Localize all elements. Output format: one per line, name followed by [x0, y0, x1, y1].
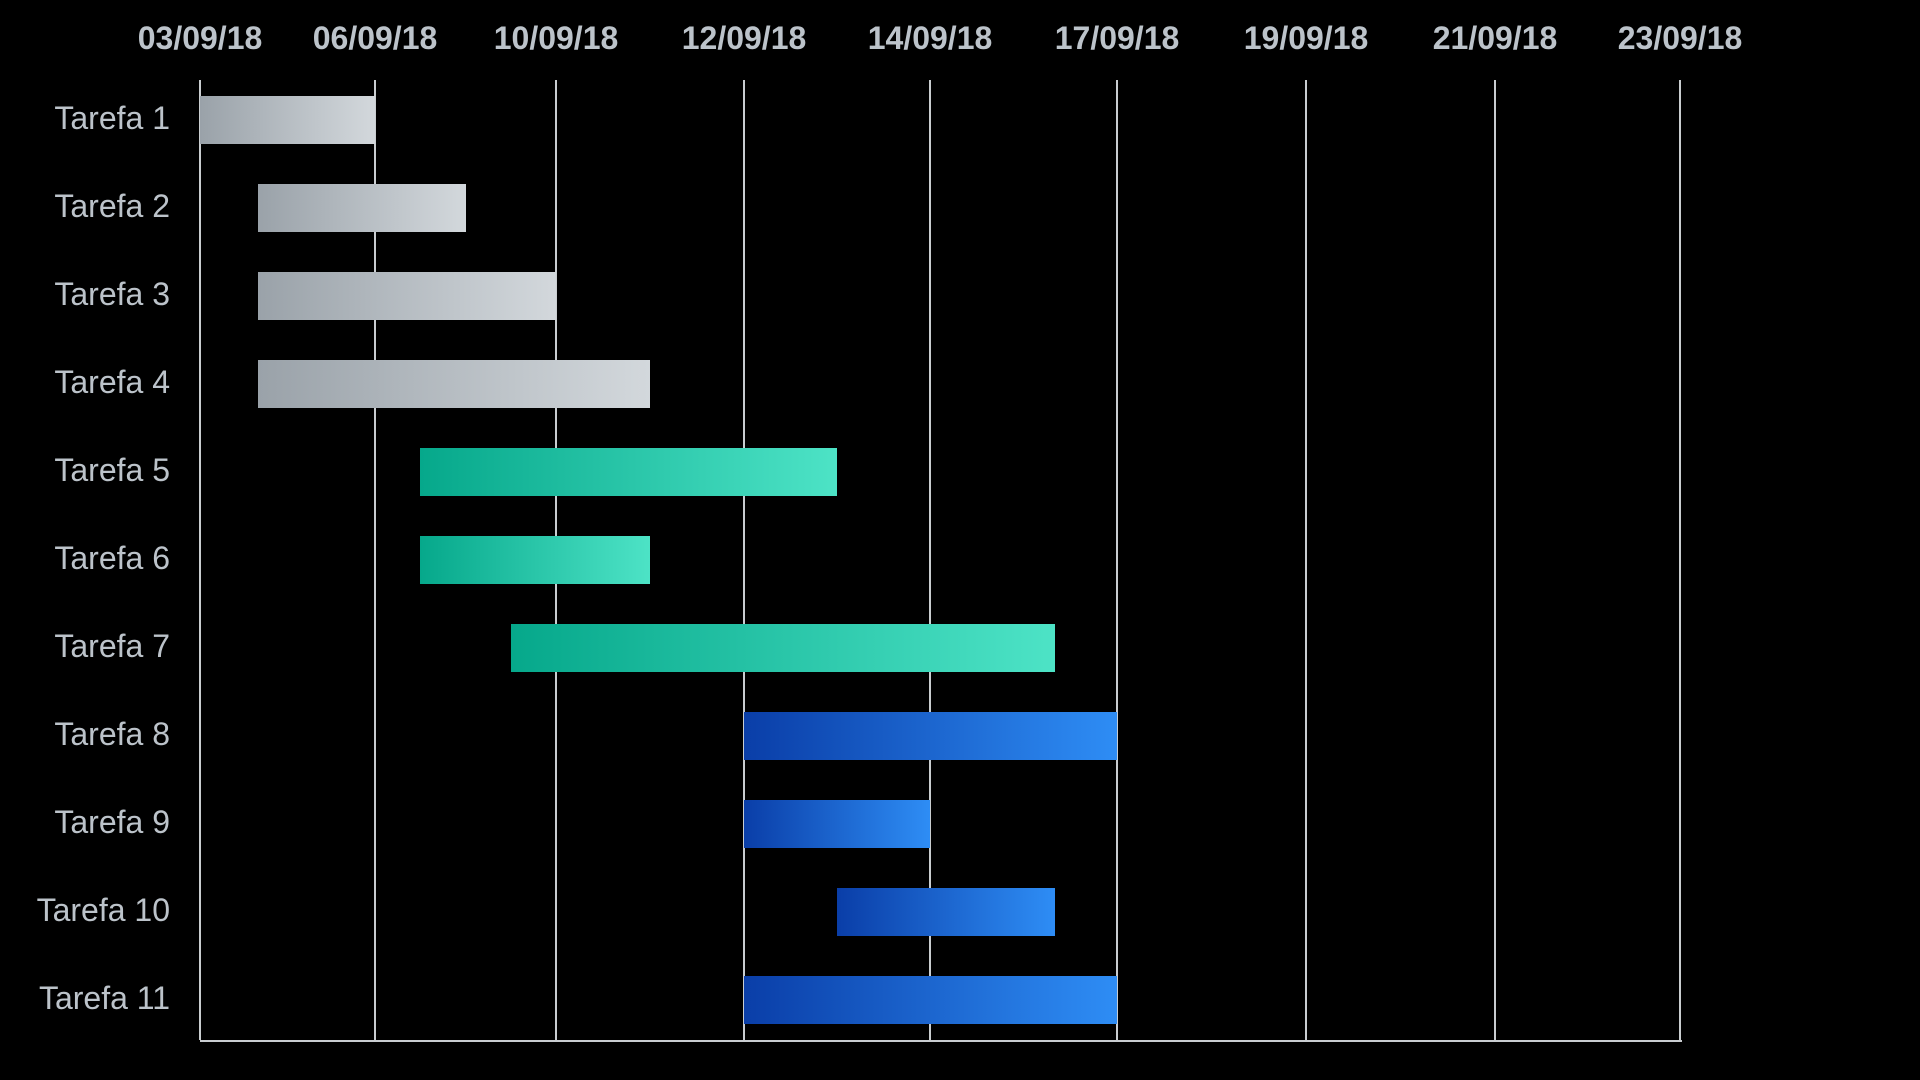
gantt-bar-8 — [744, 712, 1117, 760]
gantt-bar-5 — [420, 448, 837, 496]
gantt-bar-9 — [744, 800, 930, 848]
gridline — [1494, 80, 1496, 1040]
gantt-bar-7 — [511, 624, 1055, 672]
axis-date-label: 03/09/18 — [138, 20, 263, 57]
axis-date-label: 23/09/18 — [1618, 20, 1743, 57]
baseline — [200, 1040, 1682, 1042]
gridline — [199, 80, 201, 1040]
axis-date-label: 21/09/18 — [1433, 20, 1558, 57]
gantt-bar-1 — [200, 96, 375, 144]
task-label: Tarefa 3 — [54, 276, 170, 313]
gantt-bar-10 — [837, 888, 1055, 936]
gantt-bar-4 — [258, 360, 650, 408]
task-label: Tarefa 1 — [54, 100, 170, 137]
gantt-bar-3 — [258, 272, 556, 320]
gantt-chart: 03/09/18 06/09/18 10/09/18 12/09/18 14/09/18… — [0, 0, 1920, 1080]
task-label: Tarefa 6 — [54, 540, 170, 577]
axis-date-label: 17/09/18 — [1055, 20, 1180, 57]
gridline — [1305, 80, 1307, 1040]
task-label: Tarefa 7 — [54, 628, 170, 665]
task-label: Tarefa 10 — [37, 892, 170, 929]
task-label: Tarefa 9 — [54, 804, 170, 841]
axis-date-label: 14/09/18 — [868, 20, 993, 57]
task-label: Tarefa 5 — [54, 452, 170, 489]
gantt-bar-6 — [420, 536, 650, 584]
task-label: Tarefa 11 — [39, 980, 170, 1017]
gridline — [1116, 80, 1118, 1040]
gridline — [743, 80, 745, 1040]
axis-date-label: 12/09/18 — [682, 20, 807, 57]
gridline — [1679, 80, 1681, 1040]
axis-date-label: 10/09/18 — [494, 20, 619, 57]
axis-date-label: 06/09/18 — [313, 20, 438, 57]
task-label: Tarefa 8 — [54, 716, 170, 753]
task-label: Tarefa 4 — [54, 364, 170, 401]
gantt-bar-2 — [258, 184, 466, 232]
gantt-bar-11 — [744, 976, 1117, 1024]
task-label: Tarefa 2 — [54, 188, 170, 225]
axis-date-label: 19/09/18 — [1244, 20, 1369, 57]
